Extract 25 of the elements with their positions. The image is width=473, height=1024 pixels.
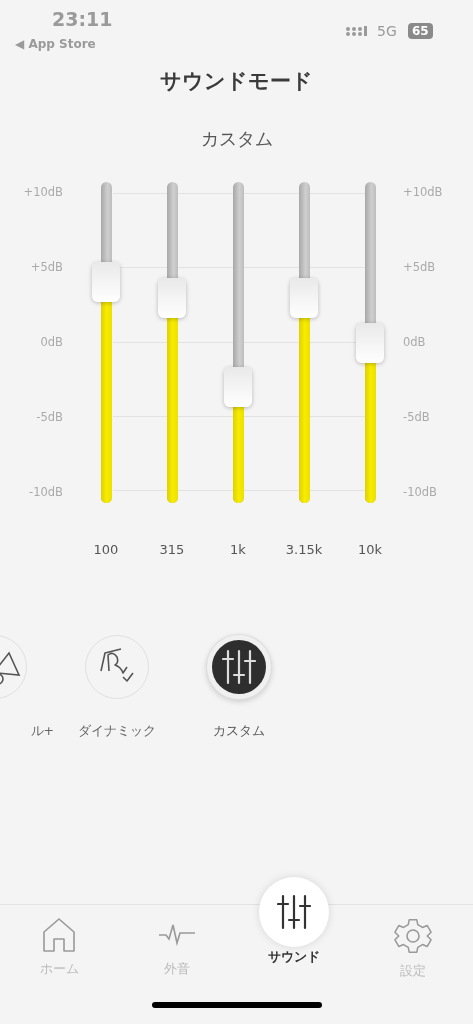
nav-tab[interactable]: サウンド bbox=[236, 875, 352, 985]
mode-label: ダイナミック bbox=[78, 723, 156, 740]
db-label: -10dB bbox=[403, 485, 437, 499]
status-time: 23:11 bbox=[52, 8, 113, 30]
db-label: +10dB bbox=[23, 185, 63, 199]
db-label: +5dB bbox=[403, 260, 436, 274]
frequency-label: 3.15k bbox=[284, 541, 324, 557]
frequency-label: 315 bbox=[158, 541, 186, 557]
frequency-label: 1k bbox=[229, 541, 247, 557]
db-label: +10dB bbox=[403, 185, 443, 199]
frequency-label: 100 bbox=[92, 541, 120, 557]
page-title: サウンドモード bbox=[160, 68, 313, 95]
db-label: -10dB bbox=[29, 485, 63, 499]
db-label: 0dB bbox=[403, 335, 426, 349]
back-link[interactable]: ◀ App Store bbox=[15, 37, 96, 51]
preset-name: カスタム bbox=[200, 127, 273, 151]
frequency-label: 10k bbox=[356, 541, 384, 557]
battery-level: 65 bbox=[408, 23, 433, 39]
db-label: +5dB bbox=[30, 260, 63, 274]
mode-label: カスタム bbox=[213, 723, 265, 740]
db-label: -5dB bbox=[403, 410, 430, 424]
network-label: 5G bbox=[377, 23, 397, 39]
db-label: 0dB bbox=[40, 335, 63, 349]
mode-label: ル+ bbox=[30, 723, 54, 740]
db-label: -5dB bbox=[36, 410, 63, 424]
